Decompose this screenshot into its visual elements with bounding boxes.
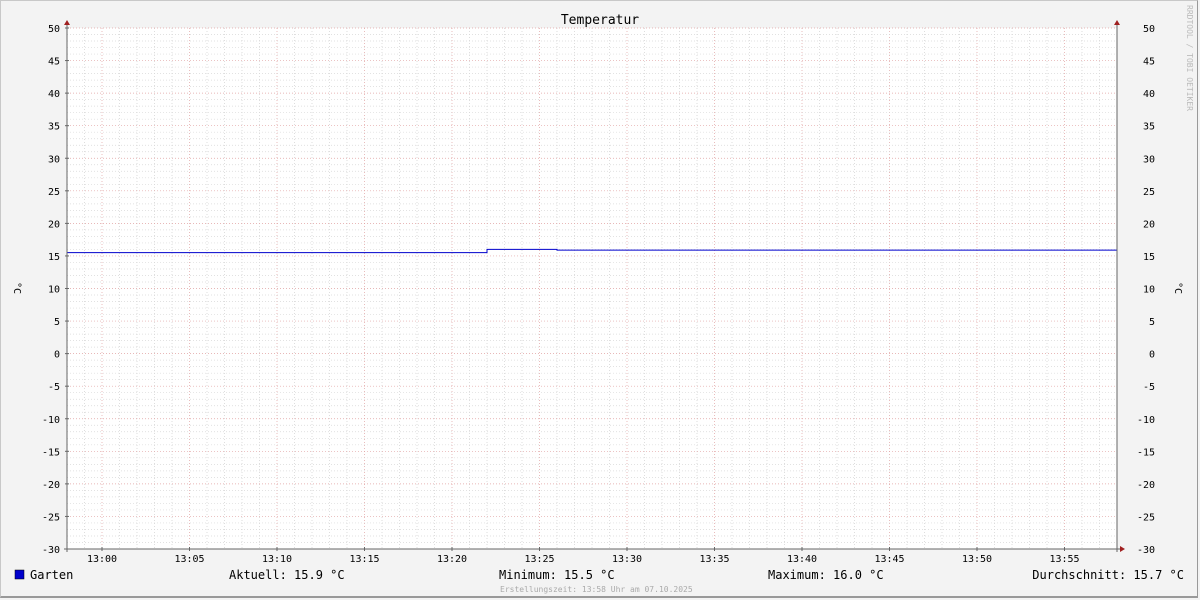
y-tick-label-left: 30: [48, 154, 60, 165]
y-tick-label-right: 30: [1143, 154, 1155, 165]
y-tick-label-left: 50: [48, 24, 60, 35]
y-tick-label-left: -10: [42, 415, 60, 426]
creation-time: Erstellungszeit: 13:58 Uhr am 07.10.2025: [500, 585, 693, 594]
x-tick-label: 13:45: [874, 554, 904, 565]
y-tick-label-left: 20: [48, 219, 60, 230]
y-tick-label-left: 10: [48, 285, 60, 296]
watermark: RRDTOOL / TOBI OETIKER: [1185, 5, 1194, 111]
y-tick-label-left: -25: [42, 512, 60, 523]
y-tick-label-right: 20: [1143, 219, 1155, 230]
y-tick-label-right: -30: [1137, 545, 1155, 556]
y-tick-label-right: 5: [1149, 317, 1155, 328]
chart-title: Temperatur: [561, 13, 639, 28]
y-axis-arrow-right: [1114, 20, 1120, 25]
x-tick-label: 13:20: [437, 554, 467, 565]
y-axis-arrow-left: [64, 20, 70, 25]
x-tick-label: 13:05: [174, 554, 204, 565]
y-tick-label-left: -15: [42, 447, 60, 458]
y-tick-label-right: -20: [1137, 480, 1155, 491]
x-tick-label: 13:55: [1049, 554, 1079, 565]
y-tick-label-right: 45: [1143, 57, 1155, 68]
y-tick-label-right: 15: [1143, 252, 1155, 263]
x-tick-label: 13:25: [524, 554, 554, 565]
y-tick-label-right: -15: [1137, 447, 1155, 458]
x-tick-label: 13:00: [87, 554, 117, 565]
y-tick-label-left: -20: [42, 480, 60, 491]
y-tick-label-left: -30: [42, 545, 60, 556]
y-tick-label-left: 25: [48, 187, 60, 198]
legend-maximum: Maximum: 16.0 °C: [768, 568, 884, 582]
y-tick-label-right: 25: [1143, 187, 1155, 198]
y-tick-label-left: 35: [48, 122, 60, 133]
y-tick-label-right: -25: [1137, 512, 1155, 523]
y-tick-label-left: 15: [48, 252, 60, 263]
y-tick-label-right: 40: [1143, 89, 1155, 100]
x-tick-label: 13:10: [262, 554, 292, 565]
y-axis-label-left: °C: [11, 282, 22, 294]
y-tick-label-right: -10: [1137, 415, 1155, 426]
y-tick-label-left: 0: [54, 350, 60, 361]
x-ticks: 13:00 13:05 13:10 13:15 13:20 13:25 13:30 13:35…: [87, 547, 1080, 565]
y-tick-label-left: 40: [48, 89, 60, 100]
y-tick-label-right: 0: [1149, 350, 1155, 361]
y-tick-label-right: -5: [1143, 382, 1155, 393]
y-axis-label-right: °C: [1172, 282, 1183, 294]
x-tick-label: 13:15: [349, 554, 379, 565]
x-tick-label: 13:35: [699, 554, 729, 565]
y-tick-label-right: 50: [1143, 24, 1155, 35]
temperature-chart: 50 5045 4540 4035 3530 3025 2520 2015 1510 105 50 0…: [11, 5, 1194, 594]
legend-current: Aktuell: 15.9 °C: [229, 568, 345, 582]
y-tick-label-left: 45: [48, 57, 60, 68]
legend-minimum: Minimum: 15.5 °C: [499, 568, 615, 582]
legend-swatch: [14, 569, 25, 580]
y-tick-label-right: 10: [1143, 285, 1155, 296]
x-tick-label: 13:30: [612, 554, 642, 565]
legend-series-name: Garten: [30, 568, 73, 582]
legend-average: Durchschnitt: 15.7 °C: [1032, 568, 1184, 582]
y-tick-label-left: -5: [48, 382, 60, 393]
x-tick-label: 13:40: [787, 554, 817, 565]
x-tick-label: 13:50: [962, 554, 992, 565]
x-axis-arrow: [1120, 546, 1125, 552]
y-tick-label-right: 35: [1143, 122, 1155, 133]
y-tick-label-left: 5: [54, 317, 60, 328]
